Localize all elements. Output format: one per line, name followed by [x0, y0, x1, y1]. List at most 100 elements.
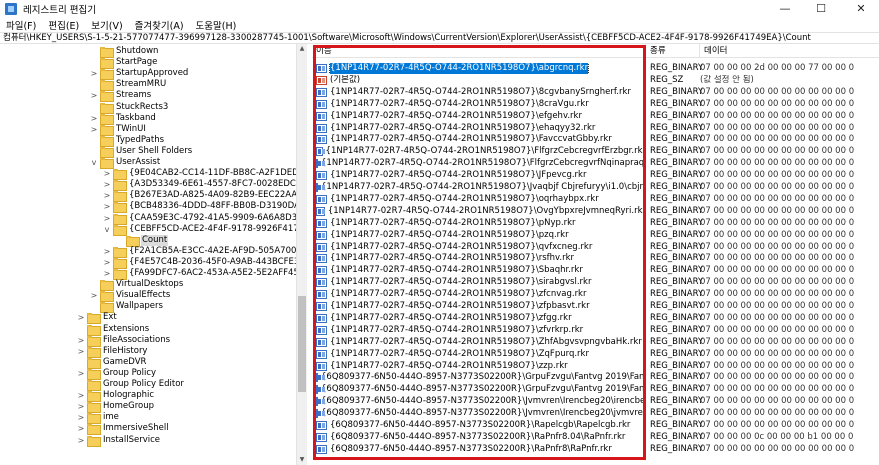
value-row[interactable]: {6Q809377-6N50-444O-8957-N3773S02200R}\R… [312, 420, 879, 431]
value-row[interactable]: {1NP14R77-02R7-4R5Q-O744-2RO1NR5198O7}\z… [312, 289, 879, 300]
value-row[interactable]: {1NP14R77-02R7-4R5Q-O744-2RO1NR5198O7}\z… [312, 301, 879, 312]
expand-chevron-icon[interactable]: v [103, 224, 111, 235]
minimize-button[interactable]: — [770, 0, 800, 18]
value-row[interactable]: {1NP14R77-02R7-4R5Q-O744-2RO1NR5198O7}\p… [312, 230, 879, 241]
tree-item[interactable]: > {A3D53349-6E61-4557-8FC7-0028EDCEEBF6} [103, 179, 296, 192]
expand-chevron-icon[interactable]: > [77, 435, 85, 446]
menu-help[interactable]: 도움말(H) [196, 18, 237, 32]
expand-chevron-icon[interactable]: > [103, 201, 111, 212]
tree-item[interactable]: GameDVR [77, 357, 147, 369]
value-row[interactable]: {6Q809377-6N50-444O-8957-N3773S02200R}\G… [312, 372, 879, 383]
expand-chevron-icon[interactable]: > [77, 412, 85, 423]
expand-chevron-icon[interactable] [77, 324, 85, 335]
expand-chevron-icon[interactable] [90, 301, 98, 312]
value-row[interactable]: {6Q809377-6N50-444O-8957-N3773S02200R}\R… [312, 444, 879, 455]
tree-item[interactable]: > {9E04CAB2-CC14-11DF-BB8C-A2F1DED72085} [103, 168, 296, 181]
value-row[interactable]: {6Q809377-6N50-444O-8957-N3773S02200R}\J… [312, 396, 879, 407]
value-row[interactable]: {1NP14R77-02R7-4R5Q-O744-2RO1NR5198O7}\8… [312, 99, 879, 110]
tree-item[interactable]: > {F2A1CB5A-E3CC-4A2E-AF9D-505A7009D442} [103, 246, 296, 258]
tree-item[interactable]: > FileHistory [77, 346, 148, 358]
value-row[interactable]: {6Q809377-6N50-444O-8957-N3773S02200R}\G… [312, 384, 879, 395]
menu-file[interactable]: 파일(F) [6, 18, 36, 32]
expand-chevron-icon[interactable]: > [103, 268, 111, 279]
menu-edit[interactable]: 편집(E) [48, 18, 79, 32]
value-row[interactable]: {1NP14R77-02R7-4R5Q-O744-2RO1NR5198O7}\Z… [312, 349, 879, 360]
tree-item[interactable]: VirtualDesktops [90, 279, 184, 292]
expand-chevron-icon[interactable] [90, 146, 98, 157]
value-row[interactable]: {1NP14R77-02R7-4R5Q-O744-2RO1NR5198O7}\e… [312, 111, 879, 122]
tree-item[interactable]: StartPage [90, 57, 158, 70]
tree-item[interactable]: Wallpapers [90, 301, 164, 314]
value-row[interactable]: {1NP14R77-02R7-4R5Q-O744-2RO1NR5198O7}\p… [312, 218, 879, 229]
expand-chevron-icon[interactable]: > [103, 246, 111, 257]
expand-chevron-icon[interactable]: > [77, 335, 85, 346]
value-row[interactable]: {1NP14R77-02R7-4R5Q-O744-2RO1NR5198O7}\z… [312, 325, 879, 336]
value-row[interactable]: {1NP14R77-02R7-4R5Q-O744-2RO1NR5198O7}\8… [312, 87, 879, 98]
expand-chevron-icon[interactable]: > [103, 190, 111, 201]
tree-item[interactable]: > {B267E3AD-A825-4A09-82B9-EEC22AA3B847} [103, 190, 296, 203]
expand-chevron-icon[interactable]: > [77, 401, 85, 412]
expand-chevron-icon[interactable]: v [90, 157, 98, 168]
expand-chevron-icon[interactable]: > [77, 390, 85, 401]
tree-item[interactable]: > Holographic [77, 390, 155, 403]
tree-item[interactable]: > Group Policy [77, 368, 157, 380]
value-row[interactable]: {1NP14R77-02R7-4R5Q-O744-2RO1NR5198O7}\F… [312, 146, 879, 157]
value-row[interactable]: {1NP14R77-02R7-4R5Q-O744-2RO1NR5198O7}\F… [312, 158, 879, 169]
tree-item[interactable]: TypedPaths [90, 135, 165, 147]
scroll-up-arrow-icon[interactable]: ▲ [297, 44, 307, 54]
tree-item[interactable]: Shutdown [90, 46, 159, 58]
column-header-name[interactable]: 이름 [312, 44, 646, 58]
expand-chevron-icon[interactable] [90, 279, 98, 290]
value-row[interactable]: {1NP14R77-02R7-4R5Q-O744-2RO1NR5198O7}\r… [312, 253, 879, 264]
expand-chevron-icon[interactable]: > [77, 368, 85, 379]
expand-chevron-icon[interactable] [90, 79, 98, 90]
tree-item[interactable]: > InstallService [77, 435, 161, 447]
menu-view[interactable]: 보기(V) [91, 18, 122, 32]
value-row[interactable]: {1NP14R77-02R7-4R5Q-O744-2RO1NR5198O7}\F… [312, 134, 879, 145]
tree-item[interactable]: Extensions [77, 324, 150, 336]
value-row[interactable]: {1NP14R77-02R7-4R5Q-O744-2RO1NR5198O7}\J… [312, 170, 879, 181]
value-row[interactable]: {1NP14R77-02R7-4R5Q-O744-2RO1NR5198O7}\O… [312, 206, 879, 217]
value-row[interactable]: {1NP14R77-02R7-4R5Q-O744-2RO1NR5198O7}\s… [312, 277, 879, 288]
tree-item[interactable]: > Streams [90, 90, 152, 103]
expand-chevron-icon[interactable]: > [103, 257, 111, 268]
expand-chevron-icon[interactable] [77, 357, 85, 368]
value-row[interactable]: {6Q809377-6N50-444O-8957-N3773S02200R}\R… [312, 432, 879, 443]
tree-item[interactable]: v {CEBFF5CD-ACE2-4F4F-9178-9926F41749EA} [103, 224, 296, 236]
expand-chevron-icon[interactable]: > [90, 113, 98, 124]
tree-item[interactable]: > Taskband [90, 113, 157, 125]
tree-item[interactable]: > {FA99DFC7-6AC2-453A-A5E2-5E2AFF4507BD} [103, 268, 296, 280]
value-row[interactable]: {1NP14R77-02R7-4R5Q-O744-2RO1NR5198O7}\o… [312, 194, 879, 205]
expand-chevron-icon[interactable]: > [103, 213, 111, 224]
value-row[interactable]: {1NP14R77-02R7-4R5Q-O744-2RO1NR5198O7}\z… [312, 361, 879, 372]
tree-item[interactable]: > {CAA59E3C-4792-41A5-9909-6A6A8D32490E} [103, 213, 296, 225]
value-row[interactable]: (기본값) REG_SZ (값 설정 안 됨) [312, 75, 879, 86]
expand-chevron-icon[interactable]: > [103, 179, 111, 190]
tree-item[interactable]: > HomeGroup [77, 401, 155, 414]
tree-item[interactable]: Count [116, 234, 169, 247]
expand-chevron-icon[interactable] [90, 102, 98, 113]
value-row[interactable]: {1NP14R77-02R7-4R5Q-O744-2RO1NR5198O7}\Z… [312, 337, 879, 348]
column-header-type[interactable]: 종류 [646, 44, 700, 58]
expand-chevron-icon[interactable]: > [77, 312, 85, 323]
expand-chevron-icon[interactable] [90, 57, 98, 68]
tree-item[interactable]: StuckRects3 [90, 102, 169, 114]
tree-item[interactable]: > VisualEffects [90, 290, 171, 303]
expand-chevron-icon[interactable]: > [90, 290, 98, 301]
scroll-down-arrow-icon[interactable]: ▼ [297, 455, 307, 465]
menu-favorites[interactable]: 즐겨찾기(A) [135, 18, 184, 32]
value-row[interactable]: {1NP14R77-02R7-4R5Q-O744-2RO1NR5198O7}\q… [312, 242, 879, 253]
value-row[interactable]: {1NP14R77-02R7-4R5Q-O744-2RO1NR5198O7}\J… [312, 182, 879, 193]
expand-chevron-icon[interactable]: > [77, 423, 85, 434]
expand-chevron-icon[interactable] [116, 235, 124, 246]
value-row[interactable]: {1NP14R77-02R7-4R5Q-O744-2RO1NR5198O7}\z… [312, 313, 879, 324]
tree-item[interactable]: > FileAssociations [77, 335, 171, 347]
scroll-thumb[interactable] [298, 296, 306, 392]
tree-item[interactable]: > {BCB48336-4DDD-48FF-BB0B-D3190DACB3E2} [103, 201, 296, 214]
value-row[interactable]: {1NP14R77-02R7-4R5Q-O744-2RO1NR5198O7}\a… [312, 63, 879, 74]
tree-item[interactable]: > ImmersiveShell [77, 423, 170, 436]
expand-chevron-icon[interactable] [90, 46, 98, 57]
value-row[interactable]: {1NP14R77-02R7-4R5Q-O744-2RO1NR5198O7}\e… [312, 123, 879, 134]
tree-item[interactable]: > TWinUI [90, 124, 147, 136]
expand-chevron-icon[interactable]: > [77, 346, 85, 357]
